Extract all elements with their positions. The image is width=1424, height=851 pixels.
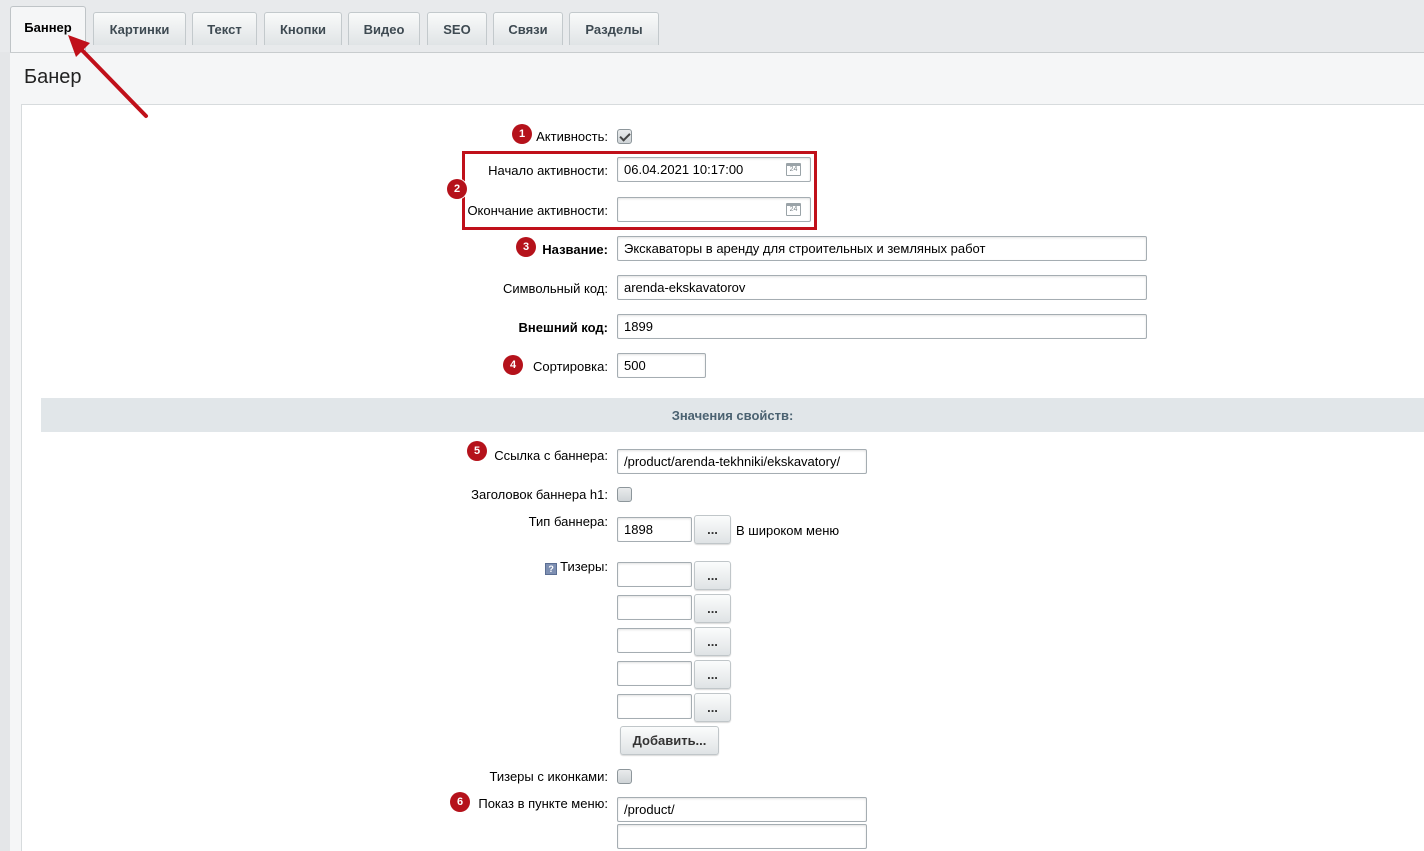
- banner-link-label: Ссылка с баннера:: [494, 448, 608, 463]
- sort-label: Сортировка:: [533, 359, 608, 374]
- active-label: Активность:: [536, 129, 608, 144]
- teaser-field-1[interactable]: [617, 562, 692, 587]
- tab-video[interactable]: Видео: [348, 12, 420, 45]
- annotation-arrow-icon: [68, 35, 148, 118]
- tab-buttons[interactable]: Кнопки: [264, 12, 342, 45]
- properties-section-header: Значения свойств:: [41, 398, 1424, 432]
- teaser-select-button-1[interactable]: ...: [694, 561, 731, 590]
- teaser-select-button-3[interactable]: ...: [694, 627, 731, 656]
- annotation-badge-4: 4: [503, 355, 523, 375]
- teaser-select-button-2[interactable]: ...: [694, 594, 731, 623]
- menu-item-field-2[interactable]: [617, 824, 867, 849]
- teasers-icons-label: Тизеры с иконками:: [489, 769, 609, 784]
- menu-item-field-1[interactable]: /product/: [617, 797, 867, 822]
- teaser-select-button-4[interactable]: ...: [694, 660, 731, 689]
- sort-field[interactable]: 500: [617, 353, 706, 378]
- annotation-badge-2: 2: [447, 179, 467, 199]
- name-field[interactable]: Экскаваторы в аренду для строительных и …: [617, 236, 1147, 261]
- banner-type-select-button[interactable]: ...: [694, 515, 731, 544]
- help-icon[interactable]: ?: [545, 563, 558, 575]
- menu-item-label: Показ в пункте меню:: [478, 796, 608, 811]
- tab-links[interactable]: Связи: [493, 12, 563, 45]
- tab-bar: Баннер Картинки Текст Кнопки Видео SEO С…: [0, 0, 1424, 52]
- teasers-icons-checkbox[interactable]: [617, 769, 632, 784]
- xml-id-field[interactable]: 1899: [617, 314, 1147, 339]
- active-checkbox[interactable]: [617, 129, 632, 144]
- xml-id-label: Внешний код:: [518, 320, 608, 335]
- teaser-field-3[interactable]: [617, 628, 692, 653]
- banner-link-field[interactable]: /product/arenda-tekhniki/ekskavatory/: [617, 449, 867, 474]
- banner-h1-label: Заголовок баннера h1:: [471, 487, 608, 502]
- teaser-select-button-5[interactable]: ...: [694, 693, 731, 722]
- banner-type-label: Тип баннера:: [528, 514, 608, 529]
- teaser-field-2[interactable]: [617, 595, 692, 620]
- teasers-label-text: Тизеры:: [560, 559, 608, 574]
- annotation-badge-3: 3: [516, 237, 536, 257]
- code-field[interactable]: arenda-ekskavatorov: [617, 275, 1147, 300]
- annotation-badge-1: 1: [512, 124, 532, 144]
- banner-h1-checkbox[interactable]: [617, 487, 632, 502]
- teasers-label: ? Тизеры:: [545, 559, 608, 575]
- teaser-field-4[interactable]: [617, 661, 692, 686]
- tab-text[interactable]: Текст: [192, 12, 257, 45]
- tab-seo[interactable]: SEO: [427, 12, 487, 45]
- tab-sections[interactable]: Разделы: [569, 12, 659, 45]
- banner-type-name: В широком меню: [736, 523, 840, 538]
- annotation-badge-5: 5: [467, 441, 487, 461]
- banner-type-field[interactable]: 1898: [617, 517, 692, 542]
- annotation-badge-6: 6: [450, 792, 470, 812]
- teaser-field-5[interactable]: [617, 694, 692, 719]
- name-label: Название:: [542, 242, 608, 257]
- highlight-frame: [462, 151, 817, 230]
- code-label: Символьный код:: [502, 281, 608, 296]
- add-teaser-button[interactable]: Добавить...: [620, 726, 719, 755]
